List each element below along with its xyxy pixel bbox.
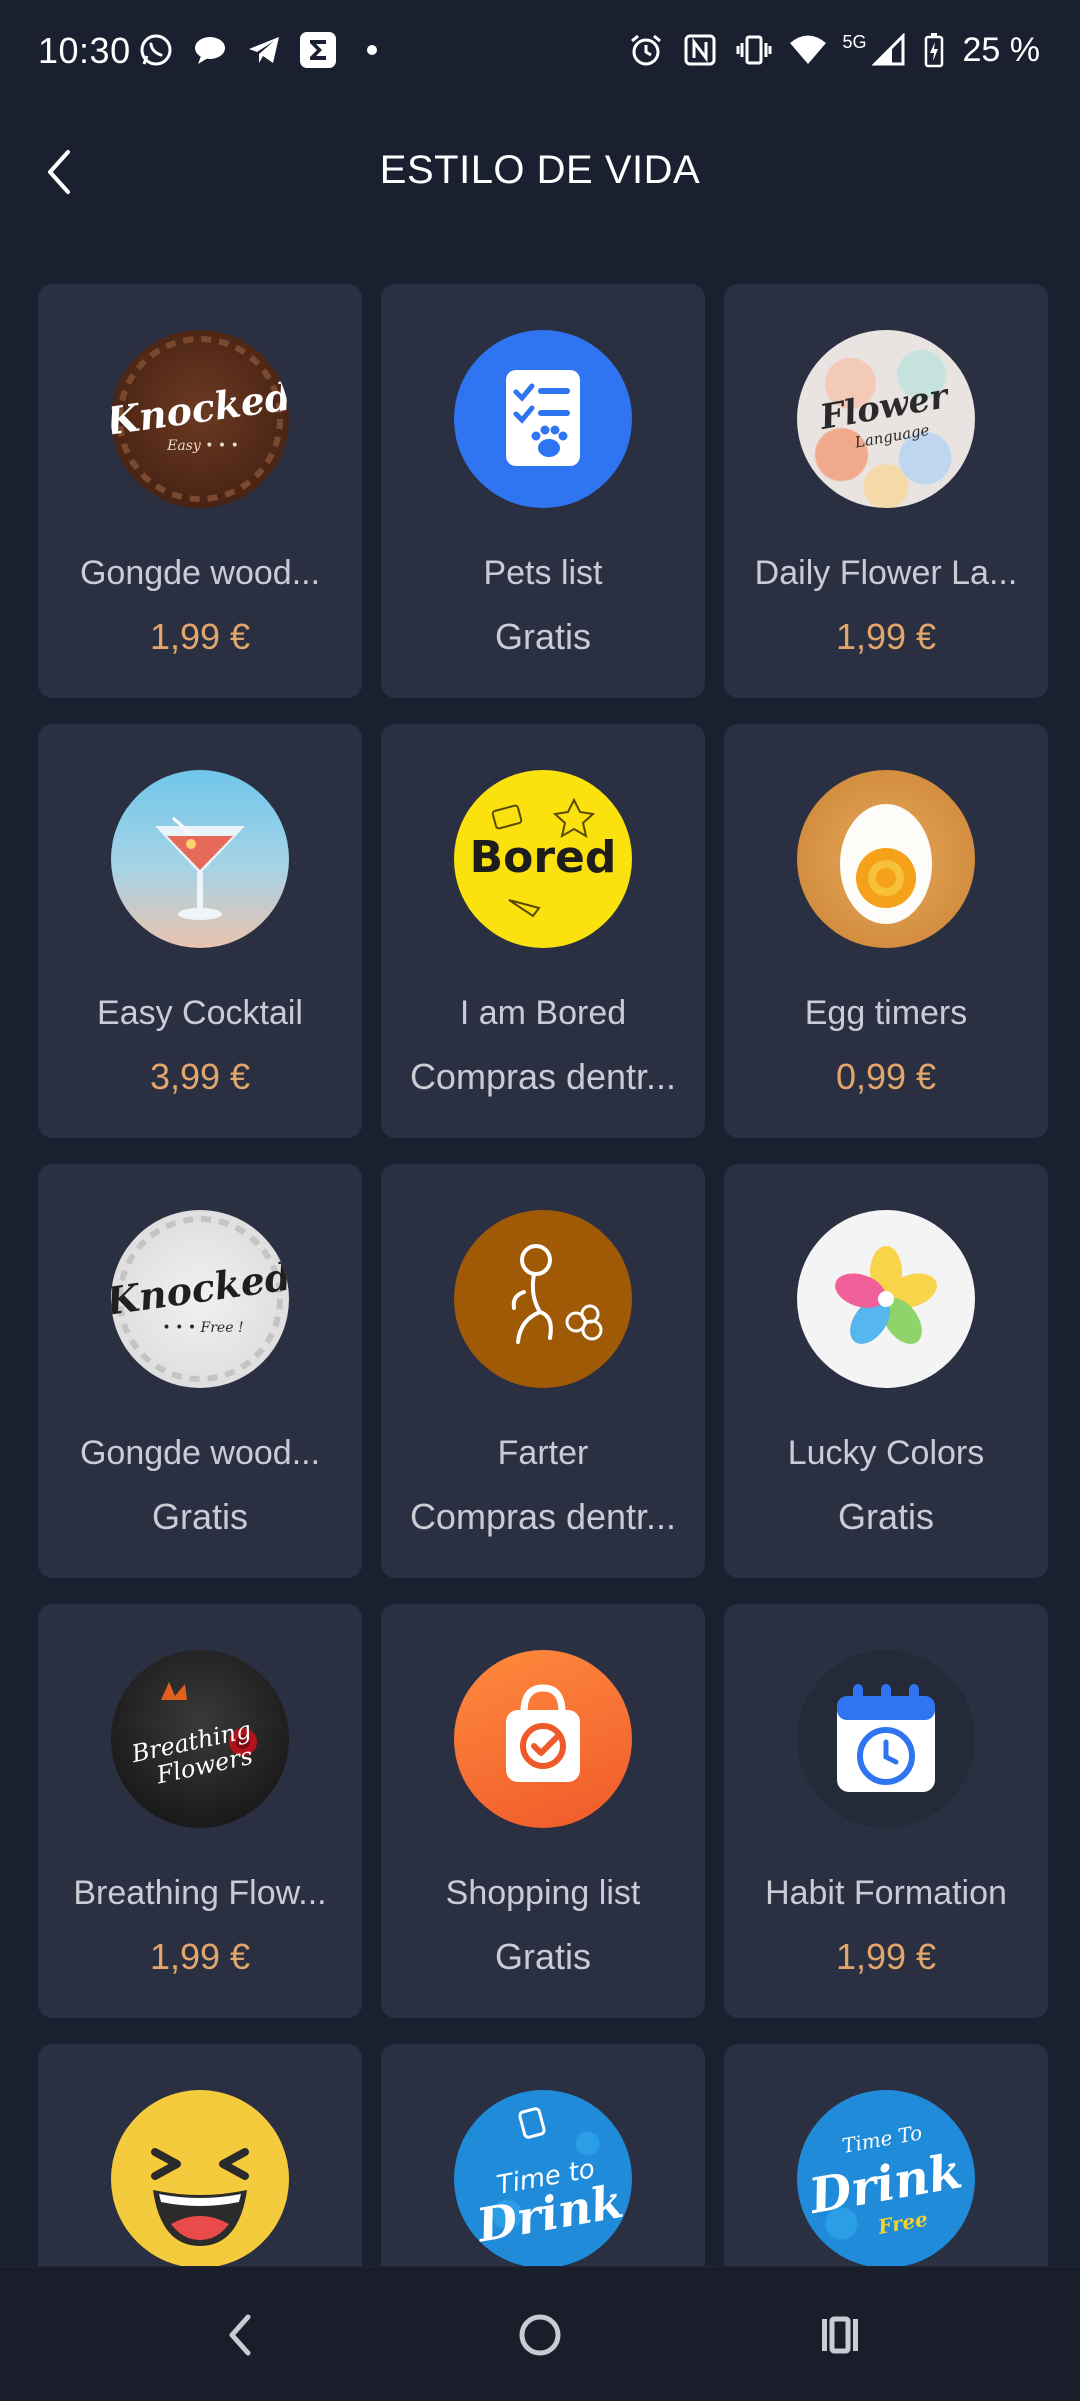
app-price: 0,99 € bbox=[835, 1056, 937, 1097]
app-name: Lucky Colors bbox=[787, 1434, 985, 1472]
egg-icon bbox=[797, 770, 975, 948]
app-card[interactable]: Knocked Easy • • • Gongde wood... 1,99 € bbox=[38, 284, 362, 698]
cocktail-icon bbox=[111, 770, 289, 948]
nfc-icon bbox=[680, 30, 720, 70]
app-price: 1,99 € bbox=[149, 616, 251, 657]
top-app-bar: ESTILO DE VIDA bbox=[0, 100, 1080, 245]
pets-list-icon bbox=[454, 330, 632, 508]
back-triangle-icon bbox=[229, 2314, 251, 2356]
lucky-colors-icon bbox=[797, 1210, 975, 1388]
app-price: Gratis bbox=[494, 1936, 591, 1977]
app-card[interactable]: Habit Formation 1,99 € bbox=[724, 1604, 1048, 2018]
app-price: Gratis bbox=[494, 616, 591, 657]
recents-icon bbox=[822, 2316, 858, 2354]
app-card[interactable]: Bored I am Bored Compras dentr... bbox=[381, 724, 705, 1138]
app-name: Gongde wood... bbox=[79, 1434, 321, 1472]
app-card[interactable]: Pets list Gratis bbox=[381, 284, 705, 698]
battery-percent: 25 % bbox=[962, 30, 1041, 69]
app-card[interactable]: Breathing Flowers Breathing Flow... 1,99… bbox=[38, 1604, 362, 2018]
alarm-calendar-icon bbox=[797, 1650, 975, 1828]
nav-home-button[interactable] bbox=[502, 2297, 578, 2373]
app-price: 1,99 € bbox=[835, 1936, 937, 1977]
app-grid: Knocked Easy • • • Gongde wood... 1,99 € bbox=[38, 284, 1048, 2266]
system-status-icons: 5G 25 % bbox=[626, 30, 1040, 70]
system-navigation-bar bbox=[0, 2266, 1080, 2401]
app-card[interactable] bbox=[38, 2044, 362, 2266]
vibrate-icon bbox=[734, 30, 774, 70]
dot-icon bbox=[352, 30, 392, 70]
nav-recents-button[interactable] bbox=[802, 2297, 878, 2373]
signal-icon bbox=[869, 30, 909, 70]
app-name: Pets list bbox=[483, 554, 603, 592]
app-card[interactable]: Knocked • • • Free ! Gongde wood... Grat… bbox=[38, 1164, 362, 1578]
app-name: Gongde wood... bbox=[79, 554, 321, 592]
bored-icon: Bored bbox=[454, 770, 632, 948]
telegram-icon bbox=[244, 30, 284, 70]
app-card[interactable]: Shopping list Gratis bbox=[381, 1604, 705, 2018]
home-circle-icon bbox=[519, 2314, 561, 2356]
app-price: Compras dentr... bbox=[409, 1496, 677, 1537]
app-name: Easy Cocktail bbox=[97, 994, 303, 1032]
farter-icon bbox=[454, 1210, 632, 1388]
svg-text:Knocked: Knocked bbox=[111, 373, 289, 444]
time-to-drink-icon: Time to Drink bbox=[454, 2090, 632, 2266]
nav-back-button[interactable] bbox=[202, 2297, 278, 2373]
flower-language-icon: Flower Language bbox=[797, 330, 975, 508]
app-price: Gratis bbox=[151, 1496, 248, 1537]
app-price: Gratis bbox=[837, 1496, 934, 1537]
app-card[interactable]: Easy Cocktail 3,99 € bbox=[38, 724, 362, 1138]
page-title: ESTILO DE VIDA bbox=[379, 148, 701, 192]
svg-text:Easy • • •: Easy • • • bbox=[166, 438, 239, 454]
app-card[interactable]: Flower Language Daily Flower La... 1,99 … bbox=[724, 284, 1048, 698]
app-price: 3,99 € bbox=[149, 1056, 251, 1097]
app-price: Compras dentr... bbox=[409, 1056, 677, 1097]
app-name: Shopping list bbox=[445, 1874, 641, 1912]
app-card[interactable]: Farter Compras dentr... bbox=[381, 1164, 705, 1578]
sigma-app-icon bbox=[298, 30, 338, 70]
app-card[interactable]: Egg timers 0,99 € bbox=[724, 724, 1048, 1138]
wifi-icon bbox=[788, 30, 828, 70]
alarm-icon bbox=[626, 30, 666, 70]
chat-bubble-icon bbox=[190, 30, 230, 70]
knocked-wood-icon: Knocked Easy • • • bbox=[111, 330, 289, 508]
knocked-free-icon: Knocked • • • Free ! bbox=[111, 1210, 289, 1388]
network-type: 5G bbox=[842, 31, 867, 52]
svg-text:Drink: Drink bbox=[471, 2174, 627, 2253]
app-name: I am Bored bbox=[459, 994, 627, 1032]
status-bar: 10:30 5G 25 % bbox=[0, 0, 1080, 100]
app-name: Daily Flower La... bbox=[754, 554, 1018, 592]
app-card[interactable]: Time to Drink bbox=[381, 2044, 705, 2266]
app-price: 1,99 € bbox=[835, 616, 937, 657]
time-to-drink-free-icon: Time To Drink Free bbox=[797, 2090, 975, 2266]
notification-icons bbox=[136, 30, 392, 70]
shopping-bag-icon bbox=[454, 1650, 632, 1828]
app-card[interactable]: Time To Drink Free bbox=[724, 2044, 1048, 2266]
app-name: Breathing Flow... bbox=[73, 1874, 327, 1912]
svg-text:Knocked: Knocked bbox=[111, 1253, 289, 1324]
app-name: Egg timers bbox=[804, 994, 968, 1032]
battery-icon bbox=[923, 30, 945, 70]
status-time: 10:30 bbox=[38, 30, 131, 71]
svg-text:• • • Free !: • • • Free ! bbox=[162, 1320, 243, 1336]
svg-text:Bored: Bored bbox=[470, 832, 617, 883]
whatsapp-icon bbox=[136, 30, 176, 70]
app-price: 1,99 € bbox=[149, 1936, 251, 1977]
laughing-emoji-icon bbox=[111, 2090, 289, 2266]
app-card[interactable]: Lucky Colors Gratis bbox=[724, 1164, 1048, 1578]
app-name: Habit Formation bbox=[765, 1874, 1007, 1912]
app-name: Farter bbox=[497, 1434, 589, 1472]
breathing-flowers-icon: Breathing Flowers bbox=[111, 1650, 289, 1828]
